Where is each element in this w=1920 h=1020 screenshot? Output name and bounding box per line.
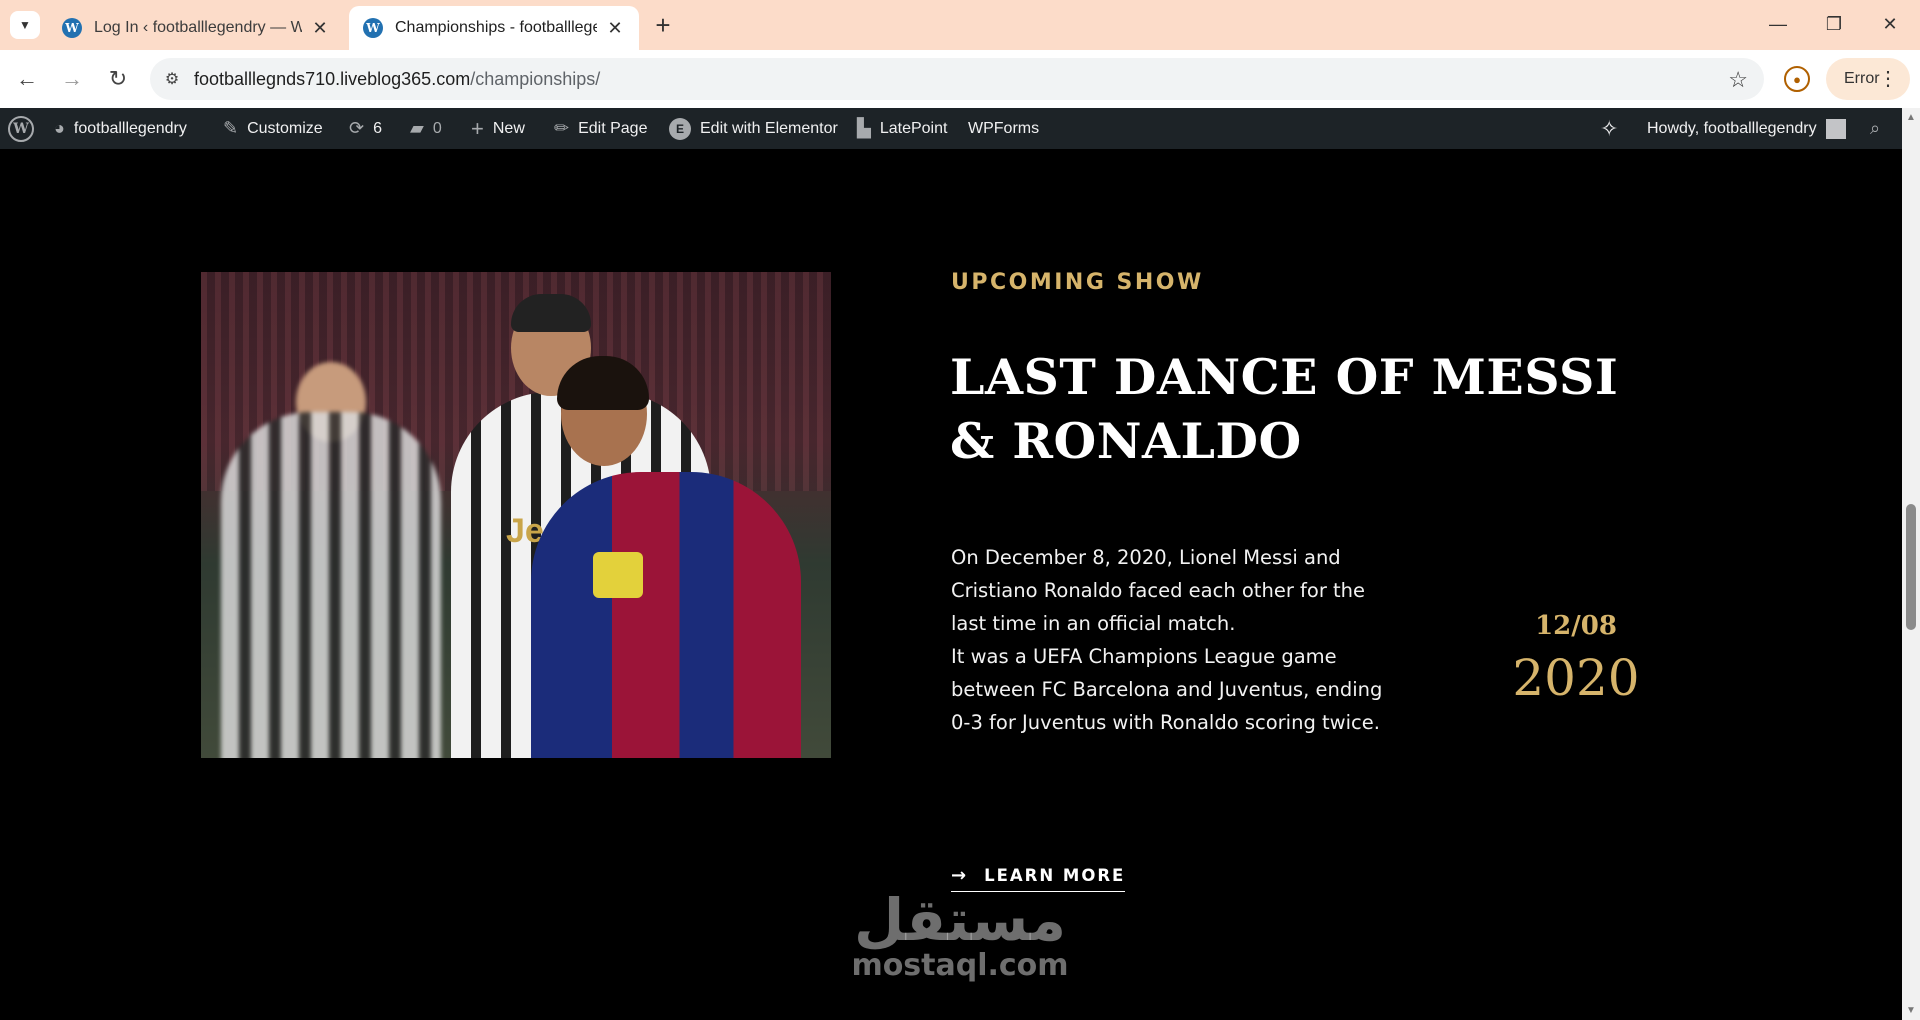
edit-elementor-label: Edit with Elementor	[700, 119, 838, 137]
wordpress-favicon-icon: W	[62, 18, 82, 38]
browser-tab-championships[interactable]: W Championships - footballlegenc ✕	[349, 6, 639, 50]
url-text[interactable]: footballlegnds710.liveblog365.com/champi…	[194, 69, 600, 90]
watermark: مستقل mostaql.com	[840, 889, 1080, 981]
arrow-left-icon: ←	[16, 66, 38, 91]
scroll-up-icon[interactable]: ▲	[1906, 112, 1916, 123]
pencil-icon: ✏	[554, 118, 570, 138]
restore-button[interactable]: ❐	[1812, 8, 1856, 40]
howdy-label: Howdy, footballlegendry	[1647, 119, 1817, 137]
browser-tab-strip: ▼ W Log In ‹ footballlegendry — Wo ✕ W C…	[0, 0, 1920, 50]
back-button[interactable]: ←	[12, 64, 42, 94]
scrollbar-thumb[interactable]	[1906, 504, 1916, 630]
close-window-button[interactable]: ✕	[1868, 8, 1912, 40]
new-tab-button[interactable]: +	[648, 10, 678, 40]
site-name-menu[interactable]: ◕ footballlegendry	[54, 108, 187, 149]
reload-icon: ↻	[108, 66, 128, 91]
tab-title: Log In ‹ footballlegendry — Wo	[94, 19, 302, 36]
minimize-icon: —	[1769, 13, 1787, 34]
event-date-day-month: 12/08	[1535, 611, 1617, 641]
paragraph-2: It was a UEFA Champions League game betw…	[951, 645, 1383, 734]
paragraph-1: On December 8, 2020, Lionel Messi and Cr…	[951, 546, 1366, 635]
wp-admin-bar: W ◕ footballlegendry ✎ Customize ⟳ 6 ▰ 0…	[0, 108, 1902, 149]
browser-toolbar: ← → ↻ ⚙ footballlegnds710.liveblog365.co…	[0, 50, 1920, 108]
section-kicker: UPCOMING SHOW	[951, 270, 1204, 295]
learn-more-label: LEARN MORE	[984, 866, 1126, 885]
close-icon: ✕	[1882, 13, 1898, 34]
latepoint-label: LatePoint	[879, 119, 948, 137]
sparkle-icon: ✧	[1600, 115, 1619, 141]
bookmark-star-icon[interactable]: ☆	[1728, 67, 1748, 93]
event-date-year: 2020	[1512, 649, 1640, 707]
avatar	[1825, 118, 1846, 139]
wpforms-label: WPForms	[968, 119, 1040, 137]
more-options-icon: ⋮	[1878, 68, 1898, 90]
minimize-button[interactable]: —	[1756, 8, 1800, 40]
updates-icon: ⟳	[349, 118, 365, 138]
admin-search-button[interactable]: ⌕	[1870, 108, 1880, 149]
messi-ronaldo-photo: Jeep	[201, 272, 831, 758]
elementor-icon: E	[669, 117, 691, 140]
latepoint-link[interactable]: ▙ LatePoint	[857, 108, 947, 149]
watermark-latin: mostaql.com	[851, 948, 1069, 983]
wordpress-logo-icon: W	[8, 115, 34, 142]
comment-icon: ▰	[410, 118, 424, 138]
edit-page-label: Edit Page	[578, 119, 648, 137]
updates-link[interactable]: ⟳ 6	[349, 108, 382, 149]
wp-logo-menu[interactable]: W	[8, 108, 34, 149]
search-icon: ⌕	[1870, 118, 1881, 138]
site-name: footballlegendry	[73, 119, 187, 137]
customize-label: Customize	[247, 119, 323, 137]
ai-assistant-button[interactable]: ✧	[1600, 108, 1627, 149]
forward-button[interactable]: →	[57, 64, 87, 94]
scroll-down-icon[interactable]: ▼	[1906, 1005, 1916, 1016]
error-menu-button[interactable]: Error ⋮	[1826, 58, 1910, 100]
close-icon[interactable]: ✕	[605, 18, 625, 38]
close-icon[interactable]: ✕	[310, 18, 330, 38]
url-path: /championships/	[470, 68, 601, 89]
paintbrush-icon: ✎	[223, 118, 239, 138]
dashboard-icon: ◕	[54, 118, 65, 138]
comments-count: 0	[432, 119, 442, 137]
page-title: LAST DANCE OF MESSI & RONALDO	[950, 348, 1619, 470]
edit-with-elementor-link[interactable]: E Edit with Elementor	[669, 108, 838, 149]
latepoint-icon: ▙	[857, 118, 871, 138]
url-host: footballlegnds710.liveblog365.com	[194, 68, 471, 89]
new-label: New	[492, 119, 525, 137]
restore-icon: ❐	[1825, 13, 1843, 34]
profile-icon[interactable]: ●	[1784, 66, 1810, 92]
new-content-menu[interactable]: + New	[471, 108, 525, 149]
arrow-right-icon: →	[61, 66, 83, 91]
browser-tab-login[interactable]: W Log In ‹ footballlegendry — Wo ✕	[48, 6, 344, 50]
customize-link[interactable]: ✎ Customize	[223, 108, 323, 149]
arrow-right-icon: →	[951, 865, 969, 886]
comments-link[interactable]: ▰ 0	[410, 108, 442, 149]
account-menu[interactable]: Howdy, footballlegendry	[1647, 108, 1846, 149]
wordpress-favicon-icon: W	[363, 18, 383, 38]
watermark-arabic: مستقل	[853, 886, 1067, 954]
address-bar[interactable]: ⚙ footballlegnds710.liveblog365.com/cham…	[150, 58, 1764, 100]
plus-icon: +	[655, 9, 671, 40]
page-scrollbar[interactable]: ▲ ▼	[1902, 108, 1920, 1020]
tab-title: Championships - footballlegenc	[395, 19, 597, 36]
tab-search-button[interactable]: ▼	[10, 11, 40, 39]
error-label: Error	[1844, 70, 1880, 87]
page-content: Jeep UPCOMING SHOW LAST DANCE OF MESSI &…	[0, 149, 1902, 1020]
chevron-down-icon: ▼	[19, 18, 31, 32]
updates-count: 6	[373, 119, 382, 137]
site-info-icon[interactable]: ⚙	[150, 58, 194, 100]
plus-icon: +	[471, 115, 484, 141]
reload-button[interactable]: ↻	[103, 64, 133, 94]
description-text: On December 8, 2020, Lionel Messi and Cr…	[951, 541, 1391, 739]
wpforms-link[interactable]: WPForms	[968, 108, 1039, 149]
edit-page-link[interactable]: ✏ Edit Page	[554, 108, 647, 149]
